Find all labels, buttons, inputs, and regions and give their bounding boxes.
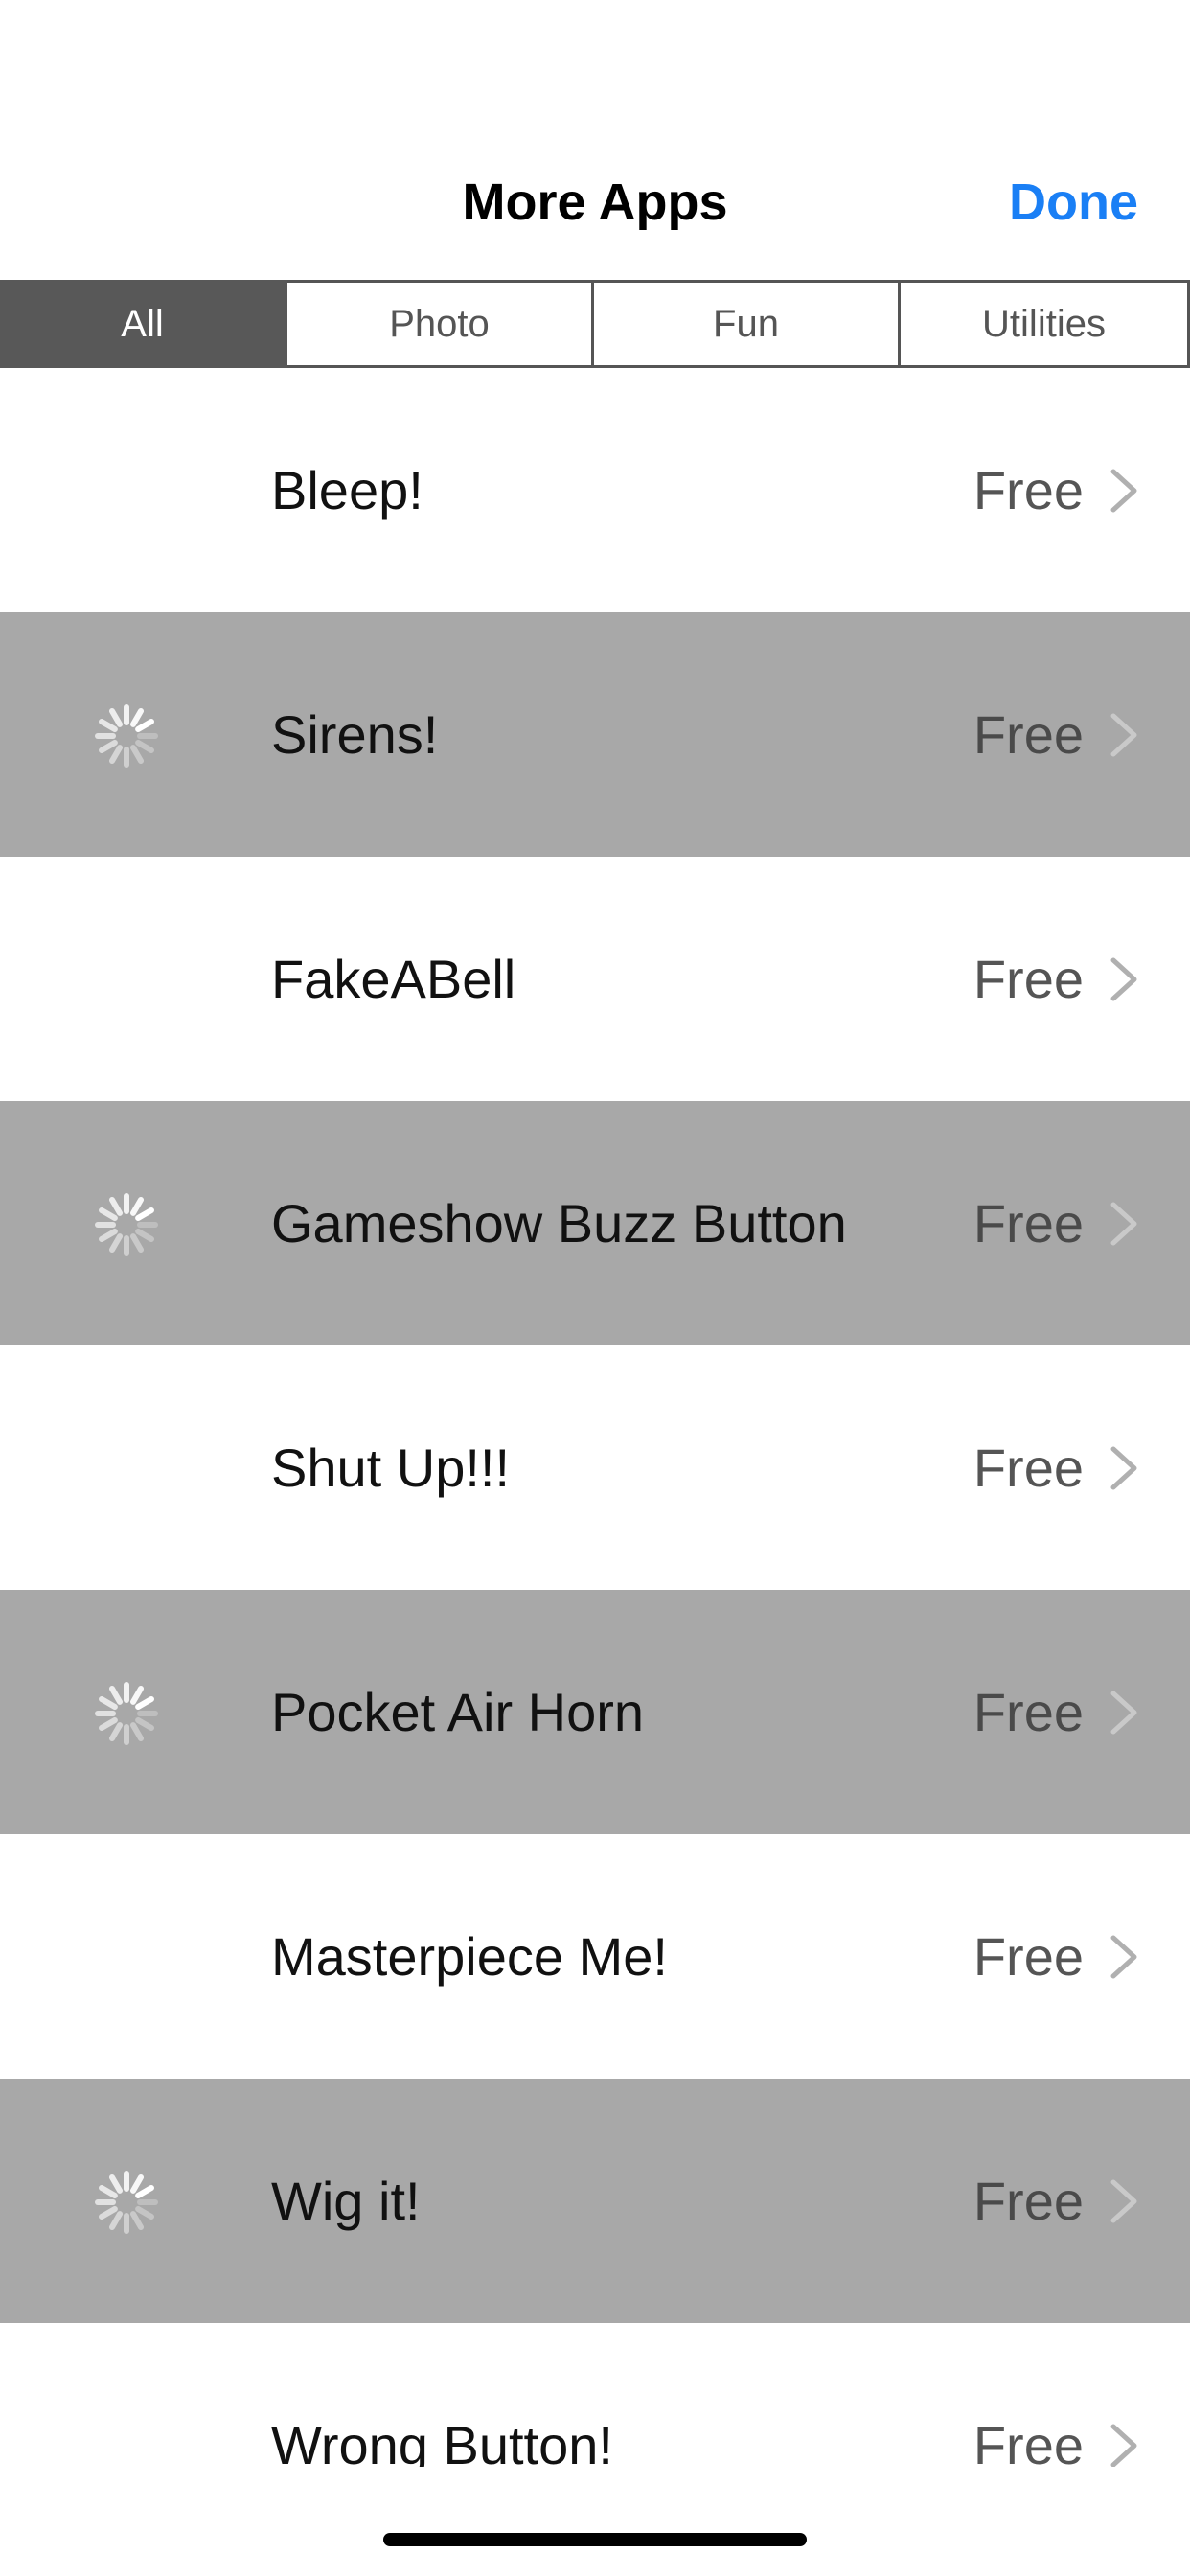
app-name: Wig it! [271, 2171, 421, 2231]
app-row[interactable]: Masterpiece Me! Free [0, 1834, 1190, 2079]
app-name: Gameshow Buzz Button [271, 1193, 847, 1254]
chevron-right-icon [1110, 469, 1137, 513]
app-list[interactable]: Bleep! Free Sirens! Free FakeABell Free … [0, 368, 1190, 2467]
app-name: Wrong Button! [271, 2415, 613, 2467]
chevron-right-icon [1110, 1690, 1137, 1735]
tab-fun[interactable]: Fun [594, 280, 901, 368]
tab-utilities[interactable]: Utilities [901, 280, 1190, 368]
navigation-bar: More Apps Done [0, 0, 1190, 278]
app-row[interactable]: Sirens! Free [0, 612, 1190, 857]
chevron-right-icon [1110, 2424, 1137, 2467]
chevron-right-icon [1110, 1202, 1137, 1246]
activity-spinner-icon [95, 1193, 158, 1256]
app-name: Shut Up!!! [271, 1438, 511, 1498]
app-name: Sirens! [271, 704, 439, 765]
app-price: Free [973, 949, 1084, 1009]
tab-photo[interactable]: Photo [287, 280, 594, 368]
home-indicator [383, 2533, 807, 2546]
app-price: Free [973, 2415, 1084, 2467]
app-price: Free [973, 1682, 1084, 1742]
app-name: Bleep! [271, 460, 423, 520]
tab-label: Utilities [982, 302, 1106, 345]
app-price: Free [973, 1438, 1084, 1498]
done-button[interactable]: Done [1009, 172, 1138, 232]
app-price: Free [973, 1926, 1084, 1987]
activity-spinner-icon [95, 2171, 158, 2234]
app-price: Free [973, 460, 1084, 520]
app-name: Masterpiece Me! [271, 1926, 668, 1987]
app-row[interactable]: Shut Up!!! Free [0, 1346, 1190, 1590]
chevron-right-icon [1110, 1935, 1137, 1979]
app-price: Free [973, 704, 1084, 765]
category-segmented-control: All Photo Fun Utilities [0, 280, 1190, 368]
tab-label: All [121, 302, 164, 345]
tab-all[interactable]: All [0, 280, 287, 368]
app-row[interactable]: Wrong Button! Free [0, 2323, 1190, 2467]
app-row[interactable]: Wig it! Free [0, 2079, 1190, 2323]
app-row[interactable]: Bleep! Free [0, 368, 1190, 612]
chevron-right-icon [1110, 713, 1137, 757]
chevron-right-icon [1110, 2179, 1137, 2223]
app-name: Pocket Air Horn [271, 1682, 645, 1742]
tab-label: Photo [389, 302, 490, 345]
app-row[interactable]: Gameshow Buzz Button Free [0, 1101, 1190, 1346]
app-row[interactable]: Pocket Air Horn Free [0, 1590, 1190, 1834]
app-row[interactable]: FakeABell Free [0, 857, 1190, 1101]
chevron-right-icon [1110, 1446, 1137, 1490]
activity-spinner-icon [95, 1682, 158, 1745]
app-price: Free [973, 2171, 1084, 2231]
app-name: FakeABell [271, 949, 516, 1009]
app-price: Free [973, 1193, 1084, 1254]
chevron-right-icon [1110, 957, 1137, 1001]
activity-spinner-icon [95, 704, 158, 768]
tab-label: Fun [713, 302, 779, 345]
